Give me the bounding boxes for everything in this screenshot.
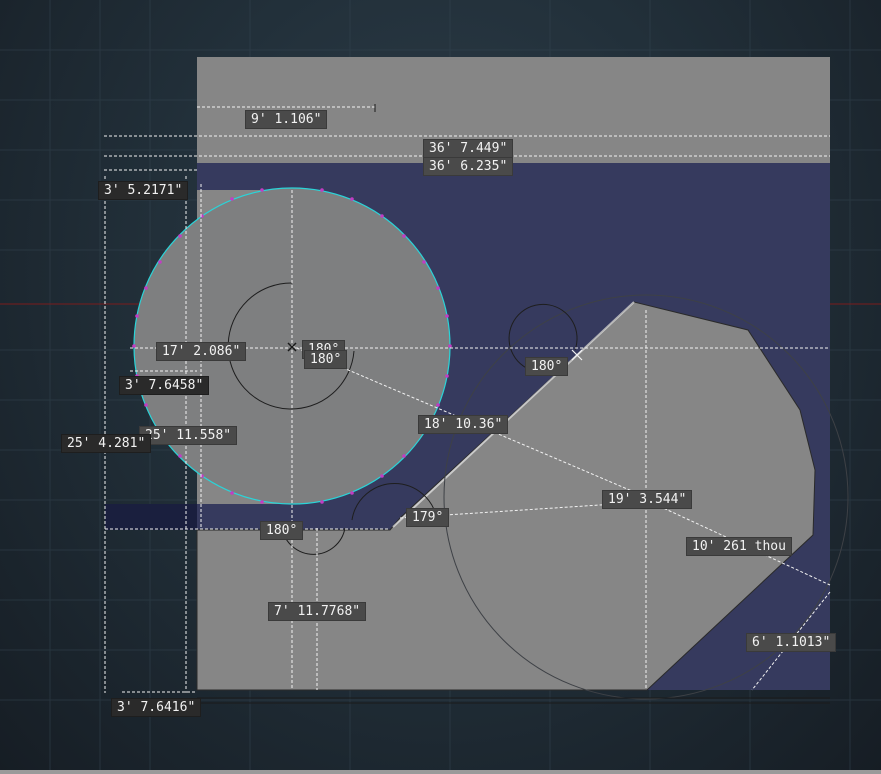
dim-overall-height[interactable]: 25' 4.281"	[61, 434, 152, 453]
dim-left-offset-top[interactable]: 3' 5.2171"	[98, 181, 189, 200]
dim-angle-bottom[interactable]: 180°	[260, 521, 304, 540]
dim-circle-height[interactable]: 25' 11.558"	[139, 426, 238, 445]
dim-top-width[interactable]: 9' 1.106"	[245, 110, 328, 129]
dim-radius-right[interactable]: 10' 261 thou	[686, 537, 792, 556]
dim-circle-diameter[interactable]: 17' 2.086"	[156, 342, 247, 361]
dim-angle-center-b[interactable]: 180°	[304, 350, 348, 369]
dim-bottom-depth[interactable]: 7' 11.7768"	[268, 602, 367, 621]
dim-diagonal-length[interactable]: 18' 10.36"	[418, 415, 509, 434]
dim-left-offset-mid[interactable]: 3' 7.6458"	[119, 376, 210, 395]
bottom-status-strip	[0, 770, 881, 774]
dim-overall-width[interactable]: 36' 7.449"	[423, 139, 514, 158]
dim-angle-notch[interactable]: 180°	[525, 357, 569, 376]
cut-region-left-strip[interactable]	[105, 504, 197, 530]
dim-angle-join[interactable]: 179°	[406, 508, 450, 527]
dim-long-diagonal[interactable]: 19' 3.544"	[602, 490, 693, 509]
dim-left-offset-bottom[interactable]: 3' 7.6416"	[111, 698, 202, 717]
dim-right-corner[interactable]: 6' 1.1013"	[746, 633, 837, 652]
dim-inner-width[interactable]: 36' 6.235"	[423, 157, 514, 176]
